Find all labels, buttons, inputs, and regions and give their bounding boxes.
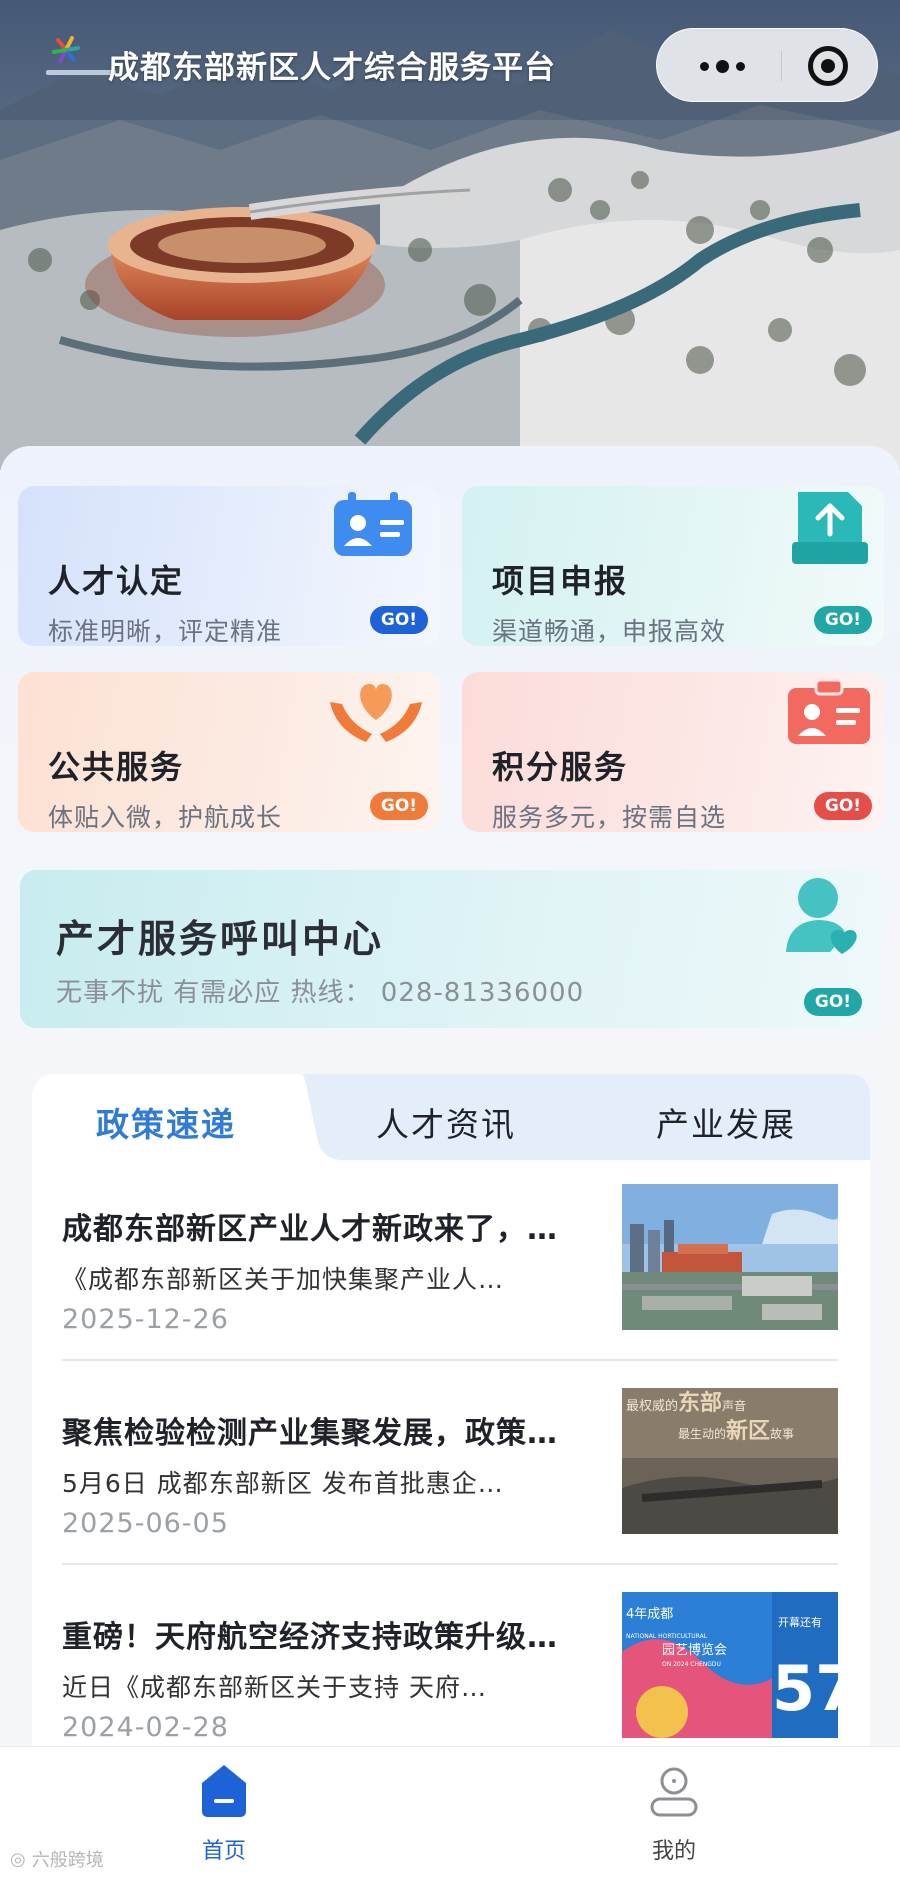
card-subtitle: 服务多元，按需自选 <box>492 803 727 832</box>
tab-talent-news[interactable]: 人才资讯 <box>376 1098 516 1146</box>
thumb-expo-text: 园艺博览会 <box>662 1642 727 1658</box>
service-card-points-service[interactable]: 积分服务 服务多元，按需自选 GO! <box>462 672 884 832</box>
card-subtitle: 渠道畅通，申报高效 <box>492 617 727 646</box>
news-summary: 近日《成都东部新区关于支持 天府… <box>62 1673 487 1702</box>
tab-industry-development[interactable]: 产业发展 <box>656 1098 796 1146</box>
card-title: 人才认定 <box>48 562 185 600</box>
more-menu-button[interactable] <box>679 43 765 89</box>
card-title: 积分服务 <box>492 748 629 786</box>
service-card-public-service[interactable]: 公共服务 体贴入微，护航成长 GO! <box>18 672 440 832</box>
news-list-item[interactable]: 聚焦检验检测产业集聚发展，政策… 5月6日 成都东部新区 发布首批惠企… 202… <box>32 1388 870 1588</box>
watermark-logo-icon: ◎ <box>10 1848 26 1870</box>
go-button[interactable]: GO! <box>370 792 428 820</box>
news-thumbnail-airport: 最权威的东部声音 最生动的新区故事 <box>622 1388 838 1534</box>
upload-tray-icon <box>792 492 868 564</box>
card-title: 项目申报 <box>492 562 629 600</box>
news-summary: 《成都东部新区关于加快集聚产业人… <box>62 1265 505 1294</box>
badge-card-icon <box>788 678 870 744</box>
home-icon <box>202 1765 246 1817</box>
news-summary: 5月6日 成都东部新区 发布首批惠企… <box>62 1469 504 1498</box>
card-subtitle: 体贴入微，护航成长 <box>48 803 283 832</box>
dot-icon <box>699 61 709 71</box>
thumb-expo-text: NATIONAL HORTICULTURAL <box>626 1633 708 1640</box>
card-subtitle: 标准明晰，评定精准 <box>48 617 283 646</box>
dot-icon <box>735 61 745 71</box>
app-title: 成都东部新区人才综合服务平台 <box>108 50 556 86</box>
news-thumbnail-expo: 4年成都 开幕还有 NATIONAL HORTICULTURAL 园艺博览会 O… <box>622 1592 838 1738</box>
nav-home[interactable]: 首页 <box>124 1747 324 1879</box>
watermark: ◎ 六般跨境 <box>10 1846 104 1872</box>
card-title: 公共服务 <box>48 748 185 786</box>
call-center-title: 产才服务呼叫中心 <box>56 917 385 961</box>
news-thumbnail-city <box>622 1184 838 1330</box>
nav-profile-label: 我的 <box>651 1839 696 1864</box>
news-title: 聚焦检验检测产业集聚发展，政策… <box>62 1416 558 1451</box>
nav-profile[interactable]: 我的 <box>574 1747 774 1879</box>
heart-hands-icon <box>330 684 422 742</box>
news-divider <box>62 1359 838 1361</box>
user-icon <box>650 1767 698 1817</box>
dot-icon <box>715 59 729 73</box>
news-title: 重磅！天府航空经济支持政策升级… <box>62 1620 558 1655</box>
news-list-item[interactable]: 成都东部新区产业人才新政来了，… 《成都东部新区关于加快集聚产业人… 2025-… <box>32 1184 870 1384</box>
call-center-card[interactable]: 产才服务呼叫中心 无事不扰 有需必应 热线： 028-81336000 GO! <box>20 870 882 1028</box>
bottom-navigation: 首页 我的 <box>0 1746 900 1879</box>
service-person-icon <box>786 878 857 954</box>
go-button[interactable]: GO! <box>804 988 862 1016</box>
target-close-icon <box>808 46 848 86</box>
news-tabs: 政策速递 人才资讯 产业发展 <box>32 1074 870 1160</box>
news-divider <box>62 1563 838 1565</box>
mini-program-capsule <box>656 28 878 102</box>
hero-banner: 成都东部新区人才综合服务平台 <box>0 0 900 470</box>
service-card-talent-certification[interactable]: 人才认定 标准明晰，评定精准 GO! <box>18 486 440 646</box>
news-date: 2025-12-26 <box>62 1304 229 1335</box>
go-button[interactable]: GO! <box>814 792 872 820</box>
thumb-expo-text: 开幕还有 <box>778 1615 822 1629</box>
service-card-project-application[interactable]: 项目申报 渠道畅通，申报高效 GO! <box>462 486 884 646</box>
id-card-icon <box>334 492 412 556</box>
news-date: 2024-02-28 <box>62 1712 229 1743</box>
nav-home-label: 首页 <box>201 1839 246 1864</box>
capsule-divider <box>781 51 782 81</box>
news-date: 2025-06-05 <box>62 1508 229 1539</box>
news-title: 成都东部新区产业人才新政来了，… <box>62 1212 558 1247</box>
thumb-expo-text: 4年成都 <box>626 1607 673 1622</box>
thumb-expo-text: ON 2024 CHENGDU <box>662 1661 721 1668</box>
go-button[interactable]: GO! <box>370 606 428 634</box>
go-button[interactable]: GO! <box>814 606 872 634</box>
main-panel: 人才认定 标准明晰，评定精准 GO! 项目申报 渠道畅通，申报高效 GO! 公共… <box>0 446 900 1774</box>
close-mini-program-button[interactable] <box>805 43 851 89</box>
thumb-countdown-number: 57 <box>772 1652 838 1725</box>
call-center-hotline: 无事不扰 有需必应 热线： 028-81336000 <box>56 978 585 1008</box>
tab-policy-express[interactable]: 政策速递 <box>96 1098 236 1146</box>
news-section: 政策速递 人才资讯 产业发展 成都东部新区产业人才新政来了，… 《成都东部新区关… <box>32 1074 870 1774</box>
watermark-text: 六般跨境 <box>31 1850 104 1871</box>
